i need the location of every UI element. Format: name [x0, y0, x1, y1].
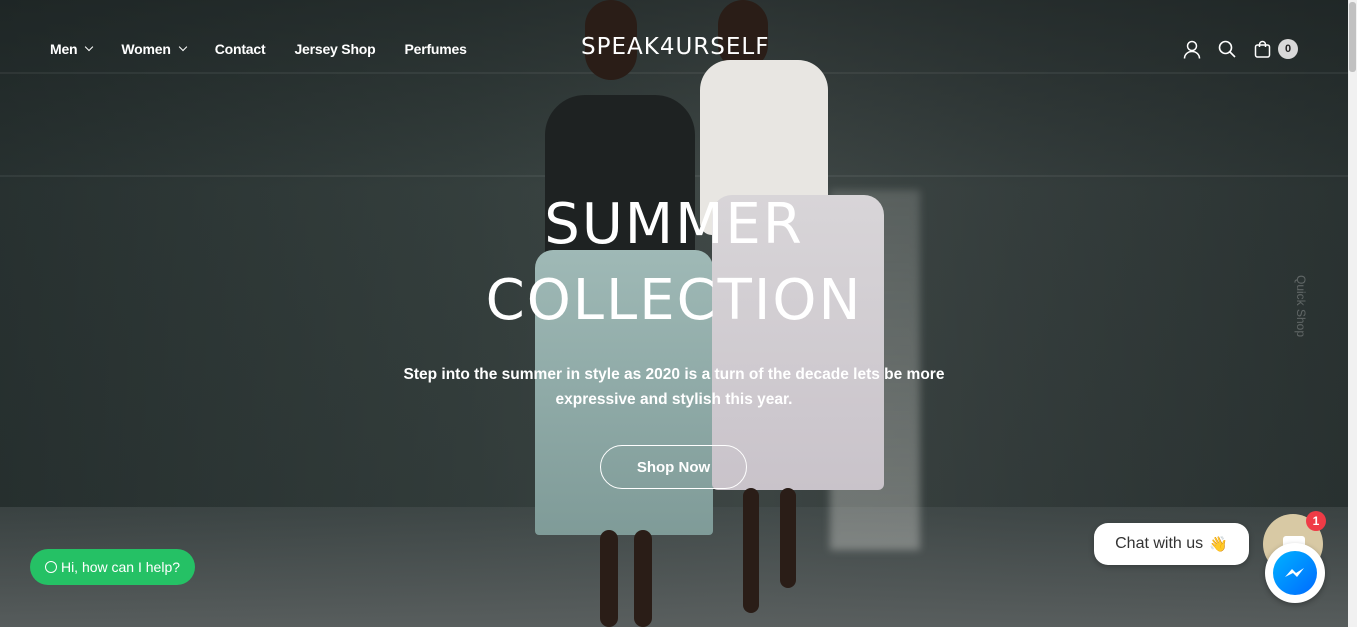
- nav-perfumes-label: Perfumes: [404, 41, 467, 57]
- whatsapp-icon: [44, 561, 57, 573]
- main-navigation: Men Women Contact Jersey Shop Perfumes: [50, 39, 496, 59]
- nav-contact[interactable]: Contact: [215, 39, 266, 59]
- shop-now-button[interactable]: Shop Now: [600, 445, 747, 489]
- search-icon[interactable]: [1217, 38, 1237, 60]
- page-scrollbar[interactable]: [1348, 0, 1357, 627]
- chevron-down-icon: [178, 42, 187, 52]
- quick-shop-tab[interactable]: Quick Shop: [1294, 275, 1308, 337]
- model-left-leg: [600, 530, 618, 627]
- chat-notification-badge: 1: [1306, 511, 1326, 531]
- nav-jersey-shop-label: Jersey Shop: [294, 41, 376, 57]
- nav-men-label: Men: [50, 41, 78, 57]
- cart-icon[interactable]: [1252, 38, 1272, 60]
- whatsapp-button[interactable]: Hi, how can I help?: [30, 549, 195, 585]
- wall-line: [0, 72, 1348, 74]
- hero-title-line1: SUMMER: [544, 192, 804, 257]
- nav-women-label: Women: [121, 41, 171, 57]
- model-left-leg: [634, 530, 652, 627]
- messenger-button[interactable]: [1265, 543, 1325, 603]
- nav-women[interactable]: Women: [121, 39, 187, 59]
- model-right-leg: [780, 488, 796, 588]
- nav-perfumes[interactable]: Perfumes: [405, 39, 467, 59]
- hero-title-line2: COLLECTION: [485, 268, 863, 333]
- cart-count-badge[interactable]: 0: [1278, 39, 1298, 59]
- hero-subtitle: Step into the summer in style as 2020 is…: [403, 366, 945, 408]
- model-right-leg: [743, 488, 759, 613]
- nav-men[interactable]: Men: [50, 39, 94, 59]
- nav-jersey-shop[interactable]: Jersey Shop: [294, 39, 375, 59]
- account-icon[interactable]: [1182, 38, 1202, 60]
- header-icons: 0: [1182, 38, 1298, 60]
- site-logo[interactable]: SPEAK4URSELF: [581, 34, 769, 60]
- messenger-icon: [1273, 551, 1317, 595]
- nav-contact-label: Contact: [214, 41, 266, 57]
- scrollbar-thumb[interactable]: [1349, 2, 1356, 72]
- chat-with-us-bubble[interactable]: Chat with us 👋: [1094, 523, 1249, 565]
- chat-bubble-text: Chat with us: [1115, 535, 1204, 552]
- chevron-down-icon: [85, 42, 94, 52]
- whatsapp-label: Hi, how can I help?: [60, 559, 181, 575]
- wave-emoji-icon: 👋: [1209, 536, 1228, 553]
